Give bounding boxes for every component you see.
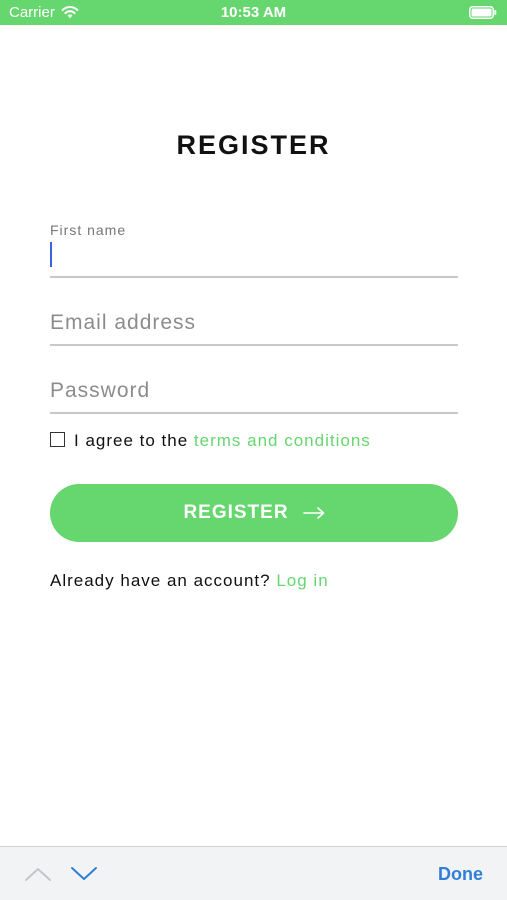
battery-icon xyxy=(469,6,497,19)
terms-checkbox[interactable] xyxy=(50,432,65,447)
register-button[interactable]: REGISTER xyxy=(50,484,458,542)
email-input[interactable] xyxy=(50,308,458,338)
password-field[interactable] xyxy=(50,368,458,414)
first-name-input[interactable] xyxy=(50,242,458,272)
email-field[interactable] xyxy=(50,300,458,346)
terms-prefix: I agree to the xyxy=(74,431,189,450)
password-input[interactable] xyxy=(50,376,458,406)
terms-link[interactable]: terms and conditions xyxy=(194,431,371,450)
login-prompt: Already have an account? xyxy=(50,571,271,590)
email-underline xyxy=(50,344,458,346)
chevron-down-icon[interactable] xyxy=(70,865,98,883)
keyboard-accessory-bar: Done xyxy=(0,846,507,900)
login-row: Already have an account? Log in xyxy=(50,571,329,591)
terms-row: I agree to the terms and conditions xyxy=(74,431,371,451)
first-name-field[interactable]: First name xyxy=(50,222,458,278)
password-underline xyxy=(50,412,458,414)
arrow-right-icon xyxy=(302,507,324,519)
status-time: 10:53 AM xyxy=(220,4,287,21)
page-title: REGISTER xyxy=(176,130,331,160)
chevron-up-icon[interactable] xyxy=(24,865,52,883)
done-button[interactable]: Done xyxy=(438,864,483,884)
login-link[interactable]: Log in xyxy=(276,571,328,590)
register-button-label: REGISTER xyxy=(183,502,289,523)
first-name-underline xyxy=(50,276,458,278)
first-name-label: First name xyxy=(50,222,127,238)
status-bar: Carrier 10:53 AM xyxy=(0,0,507,25)
text-caret xyxy=(50,242,52,267)
